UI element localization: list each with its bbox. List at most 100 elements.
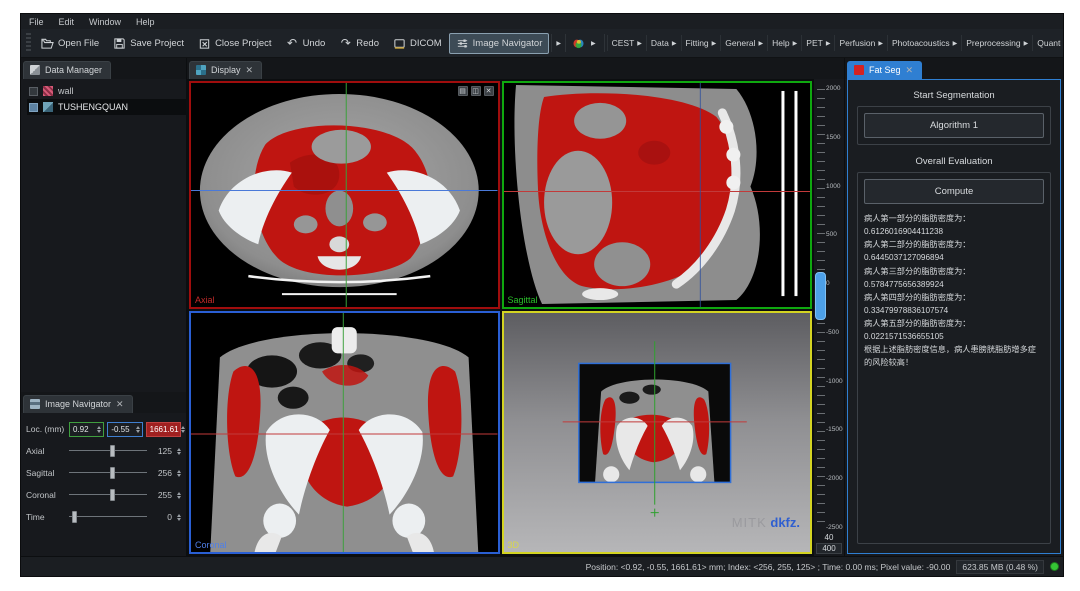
location-label: Loc. (mm) [26,424,66,434]
layout-menu-icon[interactable]: ◫ [471,86,481,96]
fullscreen-icon[interactable]: ✕ [484,86,494,96]
view-submenu-arrow-icon[interactable]: ▶ [878,40,883,47]
tab-image-navigator[interactable]: Image Navigator ✕ [23,395,133,413]
toolbar-drag-handle[interactable] [26,33,31,53]
view-toolbar-button[interactable]: Quantification ▶ [1032,35,1061,51]
data-node-wall[interactable]: wall [27,83,186,99]
dicom-button[interactable]: DICOM [386,33,449,54]
coronal-slider-row: Coronal 255 [26,484,181,506]
level-window-handle[interactable] [815,272,826,320]
image-navigator-button[interactable]: Image Navigator [449,33,550,54]
view-submenu-arrow-icon[interactable]: ▶ [826,40,831,47]
view-submenu-arrow-icon[interactable]: ▶ [953,40,958,47]
close-project-button[interactable]: Close Project [191,33,279,54]
time-slider-label: Time [26,512,66,522]
view-button-label: Perfusion [839,38,875,48]
view-toolbar-button[interactable]: Fitting ▶ [681,35,721,51]
close-icon[interactable]: ✕ [906,66,914,74]
level-value[interactable]: 40 [814,533,844,542]
location-x-value: 0.92 [73,425,89,434]
visibility-checkbox[interactable] [29,103,38,112]
visibility-checkbox[interactable] [29,87,38,96]
view-submenu-arrow-icon[interactable]: ▶ [672,40,677,47]
menu-item[interactable]: Help [136,17,155,27]
fat-seg-tabbar: Fat Seg ✕ [845,58,1063,79]
spinner-arrows-icon[interactable] [177,492,181,499]
view-submenu-arrow-icon[interactable]: ▶ [793,40,798,47]
view-toolbar-button[interactable]: Photoacoustics ▶ [887,35,961,51]
view-button-label: Photoacoustics [892,38,950,48]
level-window-tick-label: -2000 [826,475,843,482]
evaluation-result-line: 病人第四部分的脂肪密度为：0.33479978836107574 [864,291,1044,317]
level-window-scale[interactable]: 2000150010005000-500-1000-1500-2000-2500 [814,83,844,533]
crosshair-toggle-icon[interactable]: ▤ [458,86,468,96]
axial-slider-label: Axial [26,446,66,456]
close-icon[interactable]: ✕ [116,400,124,408]
close-icon[interactable]: ✕ [246,66,254,74]
tab-data-manager[interactable]: Data Manager [23,61,111,79]
view-toolbar-button[interactable]: CEST ▶ [607,35,646,51]
viewport-sagittal[interactable]: Sagittal [502,81,813,309]
tab-fat-seg[interactable]: Fat Seg ✕ [847,61,922,79]
data-manager-tab-label: Data Manager [45,65,102,75]
menu-item[interactable]: Window [89,17,121,27]
spinner-arrows-icon[interactable] [177,470,181,477]
location-y-spinbox[interactable]: -0.55 [107,422,142,437]
viewport-coronal[interactable]: Coronal [189,311,500,554]
open-file-button[interactable]: Open File [34,33,106,54]
view-submenu-arrow-icon[interactable]: ▶ [712,40,717,47]
view-toolbar-button[interactable]: Perfusion ▶ [834,35,887,51]
view-submenu-arrow-icon[interactable]: ▶ [759,40,764,47]
view-toolbar-button[interactable]: Preprocessing ▶ [961,35,1032,51]
colormap-button[interactable]: ▶ [568,34,602,53]
view-submenu-arrow-icon[interactable]: ▶ [637,40,642,47]
location-x-spinbox[interactable]: 0.92 [69,422,104,437]
view-toolbar-button[interactable]: Help ▶ [767,35,801,51]
start-segmentation-title: Start Segmentation [857,87,1051,106]
spinner-arrows-icon[interactable] [177,448,181,455]
redo-button[interactable]: ↷ Redo [332,33,386,54]
level-window-labels: 2000150010005000-500-1000-1500-2000-2500 [826,85,843,531]
viewport-3d[interactable]: MITK dkfz. 3D [502,311,813,554]
view-toolbar-button[interactable]: Data ▶ [646,35,681,51]
window-value[interactable]: 400 [816,543,842,554]
time-slider[interactable] [69,511,147,523]
viewport-axial[interactable]: ▤ ◫ ✕ Axial [189,81,500,309]
data-node-tushengquan[interactable]: TUSHENGQUAN [27,99,186,115]
display-tabbar: Display ✕ [187,58,844,79]
toolbar-extension-arrow-icon[interactable]: ▶ [554,40,563,47]
save-project-button[interactable]: Save Project [106,33,191,54]
level-window-tick-label: 1500 [826,134,843,141]
view-toolbar: CEST ▶ Data ▶ Fitting ▶ General ▶ [607,29,1061,57]
view-submenu-arrow-icon[interactable]: ▶ [1024,40,1029,47]
spinner-arrows-icon[interactable] [177,514,181,521]
coronal-slider[interactable] [69,489,147,501]
location-z-spinbox[interactable]: 1661.61 [146,422,181,437]
data-manager-icon [30,65,40,75]
level-window-widget: 2000150010005000-500-1000-1500-2000-2500… [814,79,844,556]
view-toolbar-button[interactable]: PET ▶ [801,35,834,51]
menu-item[interactable]: Edit [59,17,75,27]
colormap-menu-arrow-icon[interactable]: ▶ [589,40,598,47]
data-manager-tree: wall TUSHENGQUAN [21,79,186,115]
display-tab-label: Display [211,65,241,75]
colormap-icon [572,37,585,50]
viewport-label-sagittal: Sagittal [508,295,538,305]
sagittal-slider-label: Sagittal [26,468,66,478]
image-navigator-tab-label: Image Navigator [45,399,111,409]
spinner-arrows-icon[interactable] [97,426,101,433]
menu-item[interactable]: File [29,17,44,27]
axial-slider[interactable] [69,445,147,457]
view-toolbar-button[interactable]: General ▶ [720,35,767,51]
tab-display[interactable]: Display ✕ [189,61,262,79]
spinner-arrows-icon[interactable] [136,426,140,433]
sagittal-slider[interactable] [69,467,147,479]
sagittal-slider-value: 256 [150,468,172,478]
algorithm-1-button[interactable]: Algorithm 1 [864,113,1044,138]
data-node-label: wall [58,86,74,96]
data-manager-tabbar: Data Manager [21,58,186,79]
image-navigator-tabbar: Image Navigator ✕ [21,392,186,413]
undo-button[interactable]: ↶ Undo [279,33,333,54]
compute-button[interactable]: Compute [864,179,1044,204]
spinner-arrows-icon[interactable] [181,426,185,433]
